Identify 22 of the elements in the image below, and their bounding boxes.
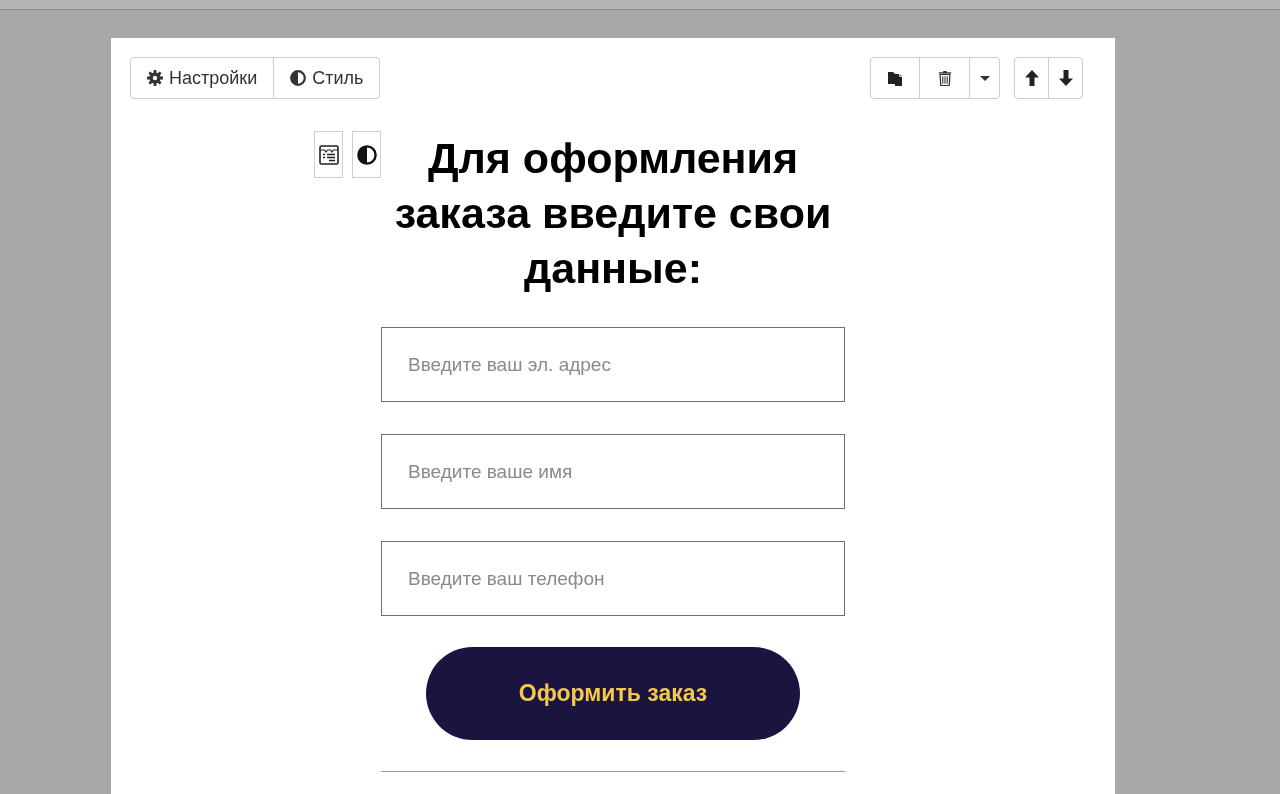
trash-icon: [936, 70, 953, 86]
delete-button[interactable]: [919, 57, 970, 99]
copy-button[interactable]: [870, 57, 920, 99]
input-field[interactable]: Введите ваш телефон: [381, 541, 845, 616]
caret-icon: [979, 75, 990, 81]
settings-button[interactable]: Настройки: [130, 57, 275, 99]
form-heading: Для оформления заказа введите свои данные:: [393, 133, 833, 294]
input-field[interactable]: Введите ваше имя: [381, 434, 845, 509]
block-style-button[interactable]: [352, 131, 381, 178]
submit-button[interactable]: Оформить заказ: [426, 647, 800, 740]
input-field[interactable]: Введите ваш эл. адрес: [381, 327, 845, 402]
arrow-up-icon: [1024, 70, 1039, 86]
move-up-button[interactable]: [1014, 57, 1049, 99]
copy-icon: [887, 70, 903, 86]
half-circle-icon: [290, 70, 307, 86]
gear-icon: [147, 70, 163, 86]
style-button[interactable]: Стиль: [273, 57, 381, 99]
block-form-button[interactable]: [314, 131, 343, 178]
arrow-down-icon: [1058, 70, 1073, 86]
form-list-icon: [318, 144, 339, 165]
half-circle-icon: [356, 144, 377, 165]
move-down-button[interactable]: [1048, 57, 1083, 99]
